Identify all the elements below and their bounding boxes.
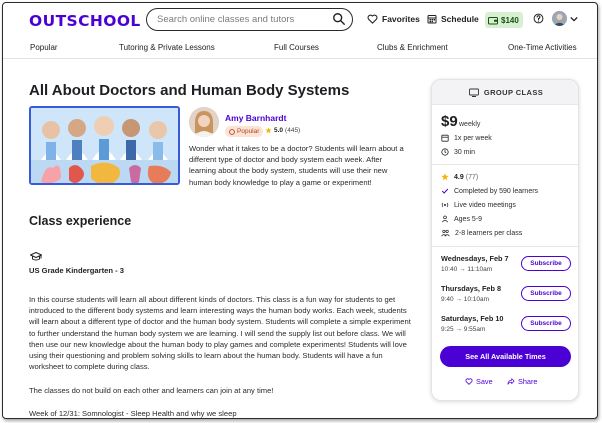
subscribe-button[interactable]: Subscribe (521, 256, 571, 271)
slot-time: 9:25 → 9:55am (441, 326, 486, 333)
live-row: Live video meetings (441, 201, 516, 209)
subscribe-button[interactable]: Subscribe (521, 286, 571, 301)
price: $9 (441, 113, 458, 130)
popular-icon (229, 128, 235, 135)
teacher-review-count: (445) (285, 127, 301, 134)
clock-icon (441, 148, 449, 156)
chevron-down-icon[interactable] (570, 16, 578, 22)
slot-day: Saturdays, Feb 10 (441, 314, 504, 323)
card-divider (432, 246, 578, 247)
time-slot: Wednesdays, Feb 7 10:40 → 11:10am Subscr… (441, 254, 571, 280)
teacher-photo-icon (189, 107, 219, 137)
category-nav: Popular Tutoring & Private Lessons Full … (3, 36, 597, 59)
save-button[interactable]: Save (465, 377, 493, 386)
ages-text: Ages 5-9 (454, 215, 483, 223)
duration-row: 30 min (441, 148, 475, 156)
nav-item-tutoring[interactable]: Tutoring & Private Lessons (119, 43, 215, 52)
heart-icon (465, 378, 473, 385)
calendar-icon (427, 15, 437, 24)
calendar-icon (441, 134, 449, 142)
subscribe-button[interactable]: Subscribe (521, 316, 571, 331)
enrollment-card: GROUP CLASS $9 weekly 1x per week 30 min… (431, 79, 579, 401)
wallet-amount: $140 (501, 15, 519, 25)
slot-time: 9:40 → 10:10am (441, 296, 490, 303)
class-summary: Wonder what it takes to be a doctor? Stu… (189, 144, 404, 187)
share-button[interactable]: Share (507, 377, 537, 386)
ages-row: Ages 5-9 (441, 215, 482, 223)
popular-badge: Popular (225, 126, 264, 137)
nav-item-one-time[interactable]: One-Time Activities (508, 43, 577, 52)
class-description: In this course students will learn all a… (29, 295, 411, 372)
class-experience-heading: Class experience (29, 214, 132, 228)
live-text: Live video meetings (454, 201, 516, 209)
duration-text: 30 min (454, 148, 476, 156)
outschool-logo[interactable]: OUTSCHOOL (29, 12, 141, 30)
grade-level: US Grade Kindergarten - 3 (29, 266, 124, 275)
graduation-cap-icon (30, 252, 42, 261)
help-icon[interactable] (533, 13, 544, 24)
star-icon (265, 127, 272, 134)
frequency-text: 1x per week (454, 134, 492, 142)
frequency-row: 1x per week (441, 134, 492, 142)
teacher-rating-value: 5.0 (274, 127, 284, 134)
schedule-link[interactable]: Schedule (427, 14, 479, 24)
wallet-balance[interactable]: $140 (485, 12, 523, 28)
card-header-label: GROUP CLASS (483, 87, 544, 97)
class-hero-image[interactable] (29, 106, 180, 185)
popular-label: Popular (237, 128, 260, 135)
nav-item-clubs[interactable]: Clubs & Enrichment (377, 43, 448, 52)
class-note: The classes do not build on each other a… (29, 386, 274, 395)
time-slot: Saturdays, Feb 10 9:25 → 9:55am Subscrib… (441, 314, 571, 340)
favorites-link[interactable]: Favorites (367, 14, 420, 24)
search-input[interactable] (157, 12, 327, 27)
class-size-text: 2-8 learners per class (455, 229, 523, 237)
class-rating-count: (77) (465, 173, 479, 181)
heart-icon (367, 14, 378, 24)
schedule-label: Schedule (441, 14, 479, 24)
share-label: Share (518, 377, 538, 386)
share-icon (507, 378, 515, 385)
check-icon (441, 188, 449, 194)
group-icon (441, 229, 450, 237)
class-rating-row[interactable]: 4.9 (77) (441, 173, 478, 181)
completed-row: Completed by 590 learners (441, 187, 538, 195)
person-icon (441, 215, 449, 223)
nav-item-full-courses[interactable]: Full Courses (274, 43, 319, 52)
class-title: All About Doctors and Human Body Systems (29, 82, 350, 99)
price-unit: weekly (459, 121, 481, 128)
time-slot: Thursdays, Feb 8 9:40 → 10:10am Subscrib… (441, 284, 571, 310)
card-divider (432, 164, 578, 165)
card-header: GROUP CLASS (432, 80, 578, 105)
teacher-rating[interactable]: 5.0 (445) (265, 127, 300, 134)
nav-item-popular[interactable]: Popular (30, 43, 58, 52)
slot-day: Thursdays, Feb 8 (441, 284, 502, 293)
search-icon[interactable] (332, 12, 346, 26)
star-icon (441, 173, 449, 181)
save-label: Save (476, 377, 493, 386)
favorites-label: Favorites (382, 14, 420, 24)
class-rating-value: 4.9 (454, 173, 464, 181)
group-class-icon (468, 88, 479, 97)
completed-text: Completed by 590 learners (454, 187, 539, 195)
week-topic: Week of 12/31: Somnologist - Sleep Healt… (29, 409, 237, 418)
live-video-icon (441, 202, 449, 208)
wallet-icon (488, 16, 498, 24)
top-header: OUTSCHOOL Favorites Schedule (3, 3, 597, 36)
browser-frame: OUTSCHOOL Favorites Schedule (2, 2, 598, 419)
teacher-avatar[interactable] (189, 107, 219, 137)
user-avatar[interactable] (552, 11, 567, 26)
user-photo-icon (552, 11, 567, 26)
slot-time: 10:40 → 11:10am (441, 266, 493, 273)
search-bar[interactable] (146, 8, 353, 31)
doctors-illustration (31, 108, 178, 183)
class-size-row: 2-8 learners per class (441, 229, 522, 237)
teacher-name[interactable]: Amy Barnhardt (225, 113, 286, 123)
slot-day: Wednesdays, Feb 7 (441, 254, 509, 263)
see-all-times-button[interactable]: See All Available Times (440, 346, 571, 367)
